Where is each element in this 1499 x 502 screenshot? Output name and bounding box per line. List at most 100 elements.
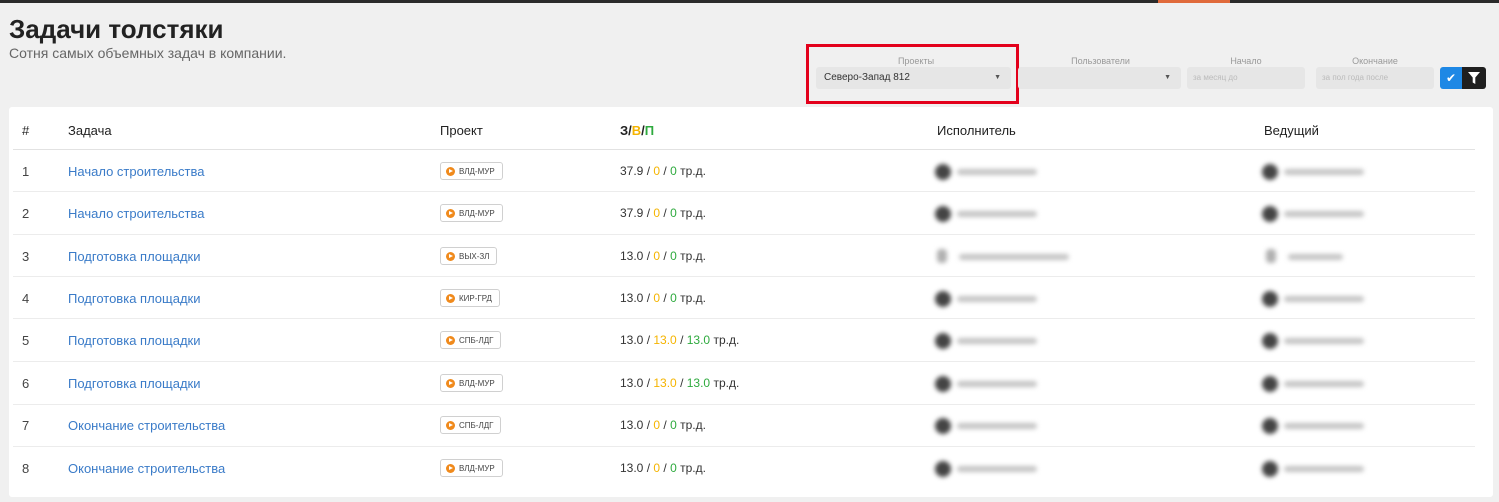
header-divider — [13, 149, 1475, 150]
time-z: 37.9 — [620, 164, 644, 178]
project-badge[interactable]: СПБ-ЛДГ — [440, 331, 502, 349]
project-badge[interactable]: ВЛД-МУР — [440, 374, 503, 392]
time-p: 0 — [670, 164, 677, 178]
time-p: 0 — [670, 291, 677, 305]
header-time-v: В — [631, 123, 642, 138]
time-unit: тр.д. — [680, 249, 706, 263]
play-circle-icon — [446, 252, 455, 261]
task-link[interactable]: Окончание строительства — [68, 418, 225, 433]
row-divider — [13, 318, 1475, 319]
avatar — [935, 461, 951, 477]
projects-highlight-box — [806, 44, 1019, 104]
start-date-input[interactable]: за месяц до — [1187, 67, 1305, 89]
play-circle-icon — [446, 421, 455, 430]
time-unit: тр.д. — [713, 376, 740, 390]
time-v: 13.0 — [653, 333, 677, 347]
project-badge[interactable]: ВЫХ-ЗЛ — [440, 247, 498, 265]
time-unit: тр.д. — [680, 164, 706, 178]
task-link[interactable]: Подготовка площадки — [68, 291, 201, 306]
time-z: 13.0 — [620, 418, 644, 432]
time-v: 13.0 — [653, 376, 677, 390]
lead-blurred — [1262, 460, 1372, 478]
avatar — [935, 291, 951, 307]
start-filter-label: Начало — [1230, 56, 1262, 66]
task-link[interactable]: Начало строительства — [68, 206, 205, 221]
task-link[interactable]: Подготовка площадки — [68, 376, 201, 391]
row-number: 7 — [22, 418, 30, 433]
time-values: 37.9 / 0 / 0 тр.д. — [620, 206, 706, 220]
task-link[interactable]: Начало строительства — [68, 164, 205, 179]
time-values: 13.0 / 0 / 0 тр.д. — [620, 249, 706, 263]
project-badge[interactable]: СПБ-ЛДГ — [440, 416, 502, 434]
header-time-p: П — [644, 123, 655, 138]
row-number: 6 — [22, 376, 30, 391]
time-p: 0 — [670, 461, 677, 475]
time-z: 37.9 — [620, 206, 644, 220]
avatar — [1262, 461, 1278, 477]
avatar — [935, 376, 951, 392]
apply-button[interactable]: ✔ — [1440, 67, 1462, 89]
lead-blurred — [1262, 205, 1372, 223]
project-code: ВЛД-МУР — [459, 167, 495, 176]
project-code: ВЛД-МУР — [459, 379, 495, 388]
time-z: 13.0 — [620, 376, 644, 390]
users-select[interactable]: ▼ — [1018, 67, 1181, 89]
filter-button[interactable] — [1462, 67, 1486, 89]
top-border — [0, 0, 1499, 3]
lead-blurred — [1262, 163, 1372, 181]
play-circle-icon — [446, 379, 455, 388]
filter-icon — [1468, 72, 1480, 84]
assignee-blurred — [937, 248, 1077, 266]
row-divider — [13, 276, 1475, 277]
avatar — [935, 418, 951, 434]
time-values: 13.0 / 0 / 0 тр.д. — [620, 461, 706, 475]
play-circle-icon — [446, 336, 455, 345]
end-date-input[interactable]: за пол года после — [1316, 67, 1434, 89]
avatar — [1262, 333, 1278, 349]
time-unit: тр.д. — [680, 206, 706, 220]
check-icon: ✔ — [1445, 71, 1457, 85]
page-subtitle: Сотня самых объемных задач в компании. — [9, 45, 287, 61]
project-code: ВЫХ-ЗЛ — [459, 252, 490, 261]
project-badge[interactable]: ВЛД-МУР — [440, 204, 503, 222]
assignee-blurred — [935, 417, 1045, 435]
time-values: 37.9 / 0 / 0 тр.д. — [620, 164, 706, 178]
avatar — [935, 164, 951, 180]
time-v: 0 — [653, 418, 661, 432]
users-filter-label: Пользователи — [1071, 56, 1130, 66]
avatar — [1266, 249, 1276, 263]
task-link[interactable]: Окончание строительства — [68, 461, 225, 476]
header-lead: Ведущий — [1264, 123, 1319, 138]
time-v: 0 — [653, 249, 661, 263]
project-badge[interactable]: ВЛД-МУР — [440, 459, 503, 477]
project-code: ВЛД-МУР — [459, 209, 495, 218]
lead-blurred — [1262, 375, 1372, 393]
lead-blurred — [1262, 290, 1372, 308]
project-badge[interactable]: КИР-ГРД — [440, 289, 500, 307]
time-v: 0 — [653, 164, 661, 178]
header-num: # — [22, 123, 30, 138]
task-link[interactable]: Подготовка площадки — [68, 333, 201, 348]
row-divider — [13, 446, 1475, 447]
project-code: КИР-ГРД — [459, 294, 492, 303]
end-filter-label: Окончание — [1352, 56, 1398, 66]
project-code: СПБ-ЛДГ — [459, 336, 494, 345]
row-number: 4 — [22, 291, 30, 306]
lead-blurred — [1262, 417, 1372, 435]
lead-blurred — [1266, 248, 1346, 266]
row-divider — [13, 361, 1475, 362]
task-link[interactable]: Подготовка площадки — [68, 249, 201, 264]
time-values: 13.0 / 13.0 / 13.0 тр.д. — [620, 376, 740, 390]
row-number: 3 — [22, 249, 30, 264]
time-values: 13.0 / 0 / 0 тр.д. — [620, 291, 706, 305]
avatar — [1262, 376, 1278, 392]
top-border-accent — [1158, 0, 1230, 3]
project-badge[interactable]: ВЛД-МУР — [440, 162, 503, 180]
assignee-blurred — [935, 375, 1045, 393]
project-code: ВЛД-МУР — [459, 464, 495, 473]
project-code: СПБ-ЛДГ — [459, 421, 494, 430]
time-z: 13.0 — [620, 249, 644, 263]
avatar — [935, 206, 951, 222]
time-unit: тр.д. — [680, 461, 706, 475]
time-z: 13.0 — [620, 333, 644, 347]
